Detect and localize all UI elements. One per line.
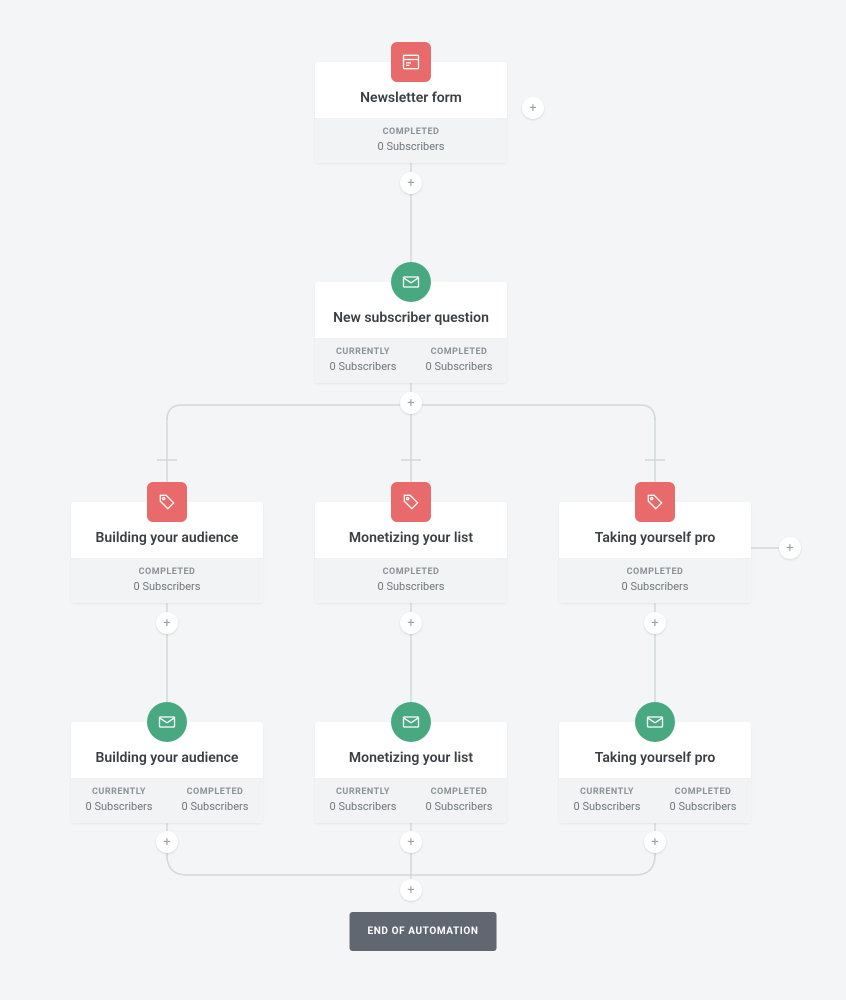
stat-label: COMPLETED [659, 787, 747, 797]
stat-value: 0 Subscribers [415, 360, 503, 373]
form-icon [391, 42, 431, 82]
add-step-button[interactable]: + [400, 612, 422, 634]
stat-label: COMPLETED [319, 127, 503, 137]
stat-label: COMPLETED [75, 567, 259, 577]
stat-label: COMPLETED [563, 567, 747, 577]
stat-label: COMPLETED [319, 567, 503, 577]
add-step-button[interactable]: + [400, 831, 422, 853]
add-step-button[interactable]: + [400, 172, 422, 194]
stat-value: 0 Subscribers [171, 800, 259, 813]
add-branch-button[interactable]: + [522, 97, 544, 119]
node-newsletter-form[interactable]: Newsletter form COMPLETED 0 Subscribers [315, 62, 507, 163]
node-monetizing-list-mail[interactable]: Monetizing your list CURRENTLY 0 Subscri… [315, 722, 507, 823]
node-stats: CURRENTLY 0 Subscribers COMPLETED 0 Subs… [559, 778, 751, 823]
stat-label: COMPLETED [415, 787, 503, 797]
add-step-button[interactable]: + [156, 612, 178, 634]
node-new-subscriber-question[interactable]: New subscriber question CURRENTLY 0 Subs… [315, 282, 507, 383]
stat-value: 0 Subscribers [319, 800, 407, 813]
stat-value: 0 Subscribers [415, 800, 503, 813]
add-step-button[interactable]: + [400, 392, 422, 414]
add-step-button[interactable]: + [644, 831, 666, 853]
node-stats: COMPLETED 0 Subscribers [559, 558, 751, 603]
automation-canvas: Newsletter form COMPLETED 0 Subscribers … [0, 0, 846, 1000]
stat-value: 0 Subscribers [563, 580, 747, 593]
tag-icon [147, 482, 187, 522]
node-taking-pro-mail[interactable]: Taking yourself pro CURRENTLY 0 Subscrib… [559, 722, 751, 823]
stat-label: CURRENTLY [75, 787, 163, 797]
mail-icon [147, 702, 187, 742]
stat-value: 0 Subscribers [319, 140, 503, 153]
stat-label: CURRENTLY [319, 347, 407, 357]
stat-value: 0 Subscribers [319, 580, 503, 593]
mail-icon [635, 702, 675, 742]
add-step-button[interactable]: + [156, 831, 178, 853]
node-stats: CURRENTLY 0 Subscribers COMPLETED 0 Subs… [315, 338, 507, 383]
node-stats: CURRENTLY 0 Subscribers COMPLETED 0 Subs… [315, 778, 507, 823]
stat-value: 0 Subscribers [75, 800, 163, 813]
node-stats: COMPLETED 0 Subscribers [71, 558, 263, 603]
node-stats: COMPLETED 0 Subscribers [315, 558, 507, 603]
stat-label: CURRENTLY [563, 787, 651, 797]
tag-icon [391, 482, 431, 522]
node-building-audience-mail[interactable]: Building your audience CURRENTLY 0 Subsc… [71, 722, 263, 823]
mail-icon [391, 702, 431, 742]
stat-value: 0 Subscribers [319, 360, 407, 373]
add-step-button[interactable]: + [400, 879, 422, 901]
node-stats: COMPLETED 0 Subscribers [315, 118, 507, 163]
mail-icon [391, 262, 431, 302]
end-of-automation-badge: END OF AUTOMATION [350, 912, 497, 951]
stat-label: COMPLETED [415, 347, 503, 357]
stat-label: COMPLETED [171, 787, 259, 797]
tag-icon [635, 482, 675, 522]
add-branch-button[interactable]: + [779, 537, 801, 559]
node-building-audience-tag[interactable]: Building your audience COMPLETED 0 Subsc… [71, 502, 263, 603]
stat-label: CURRENTLY [319, 787, 407, 797]
stat-value: 0 Subscribers [75, 580, 259, 593]
node-taking-pro-tag[interactable]: Taking yourself pro COMPLETED 0 Subscrib… [559, 502, 751, 603]
node-stats: CURRENTLY 0 Subscribers COMPLETED 0 Subs… [71, 778, 263, 823]
stat-value: 0 Subscribers [563, 800, 651, 813]
add-step-button[interactable]: + [644, 612, 666, 634]
node-monetizing-list-tag[interactable]: Monetizing your list COMPLETED 0 Subscri… [315, 502, 507, 603]
stat-value: 0 Subscribers [659, 800, 747, 813]
